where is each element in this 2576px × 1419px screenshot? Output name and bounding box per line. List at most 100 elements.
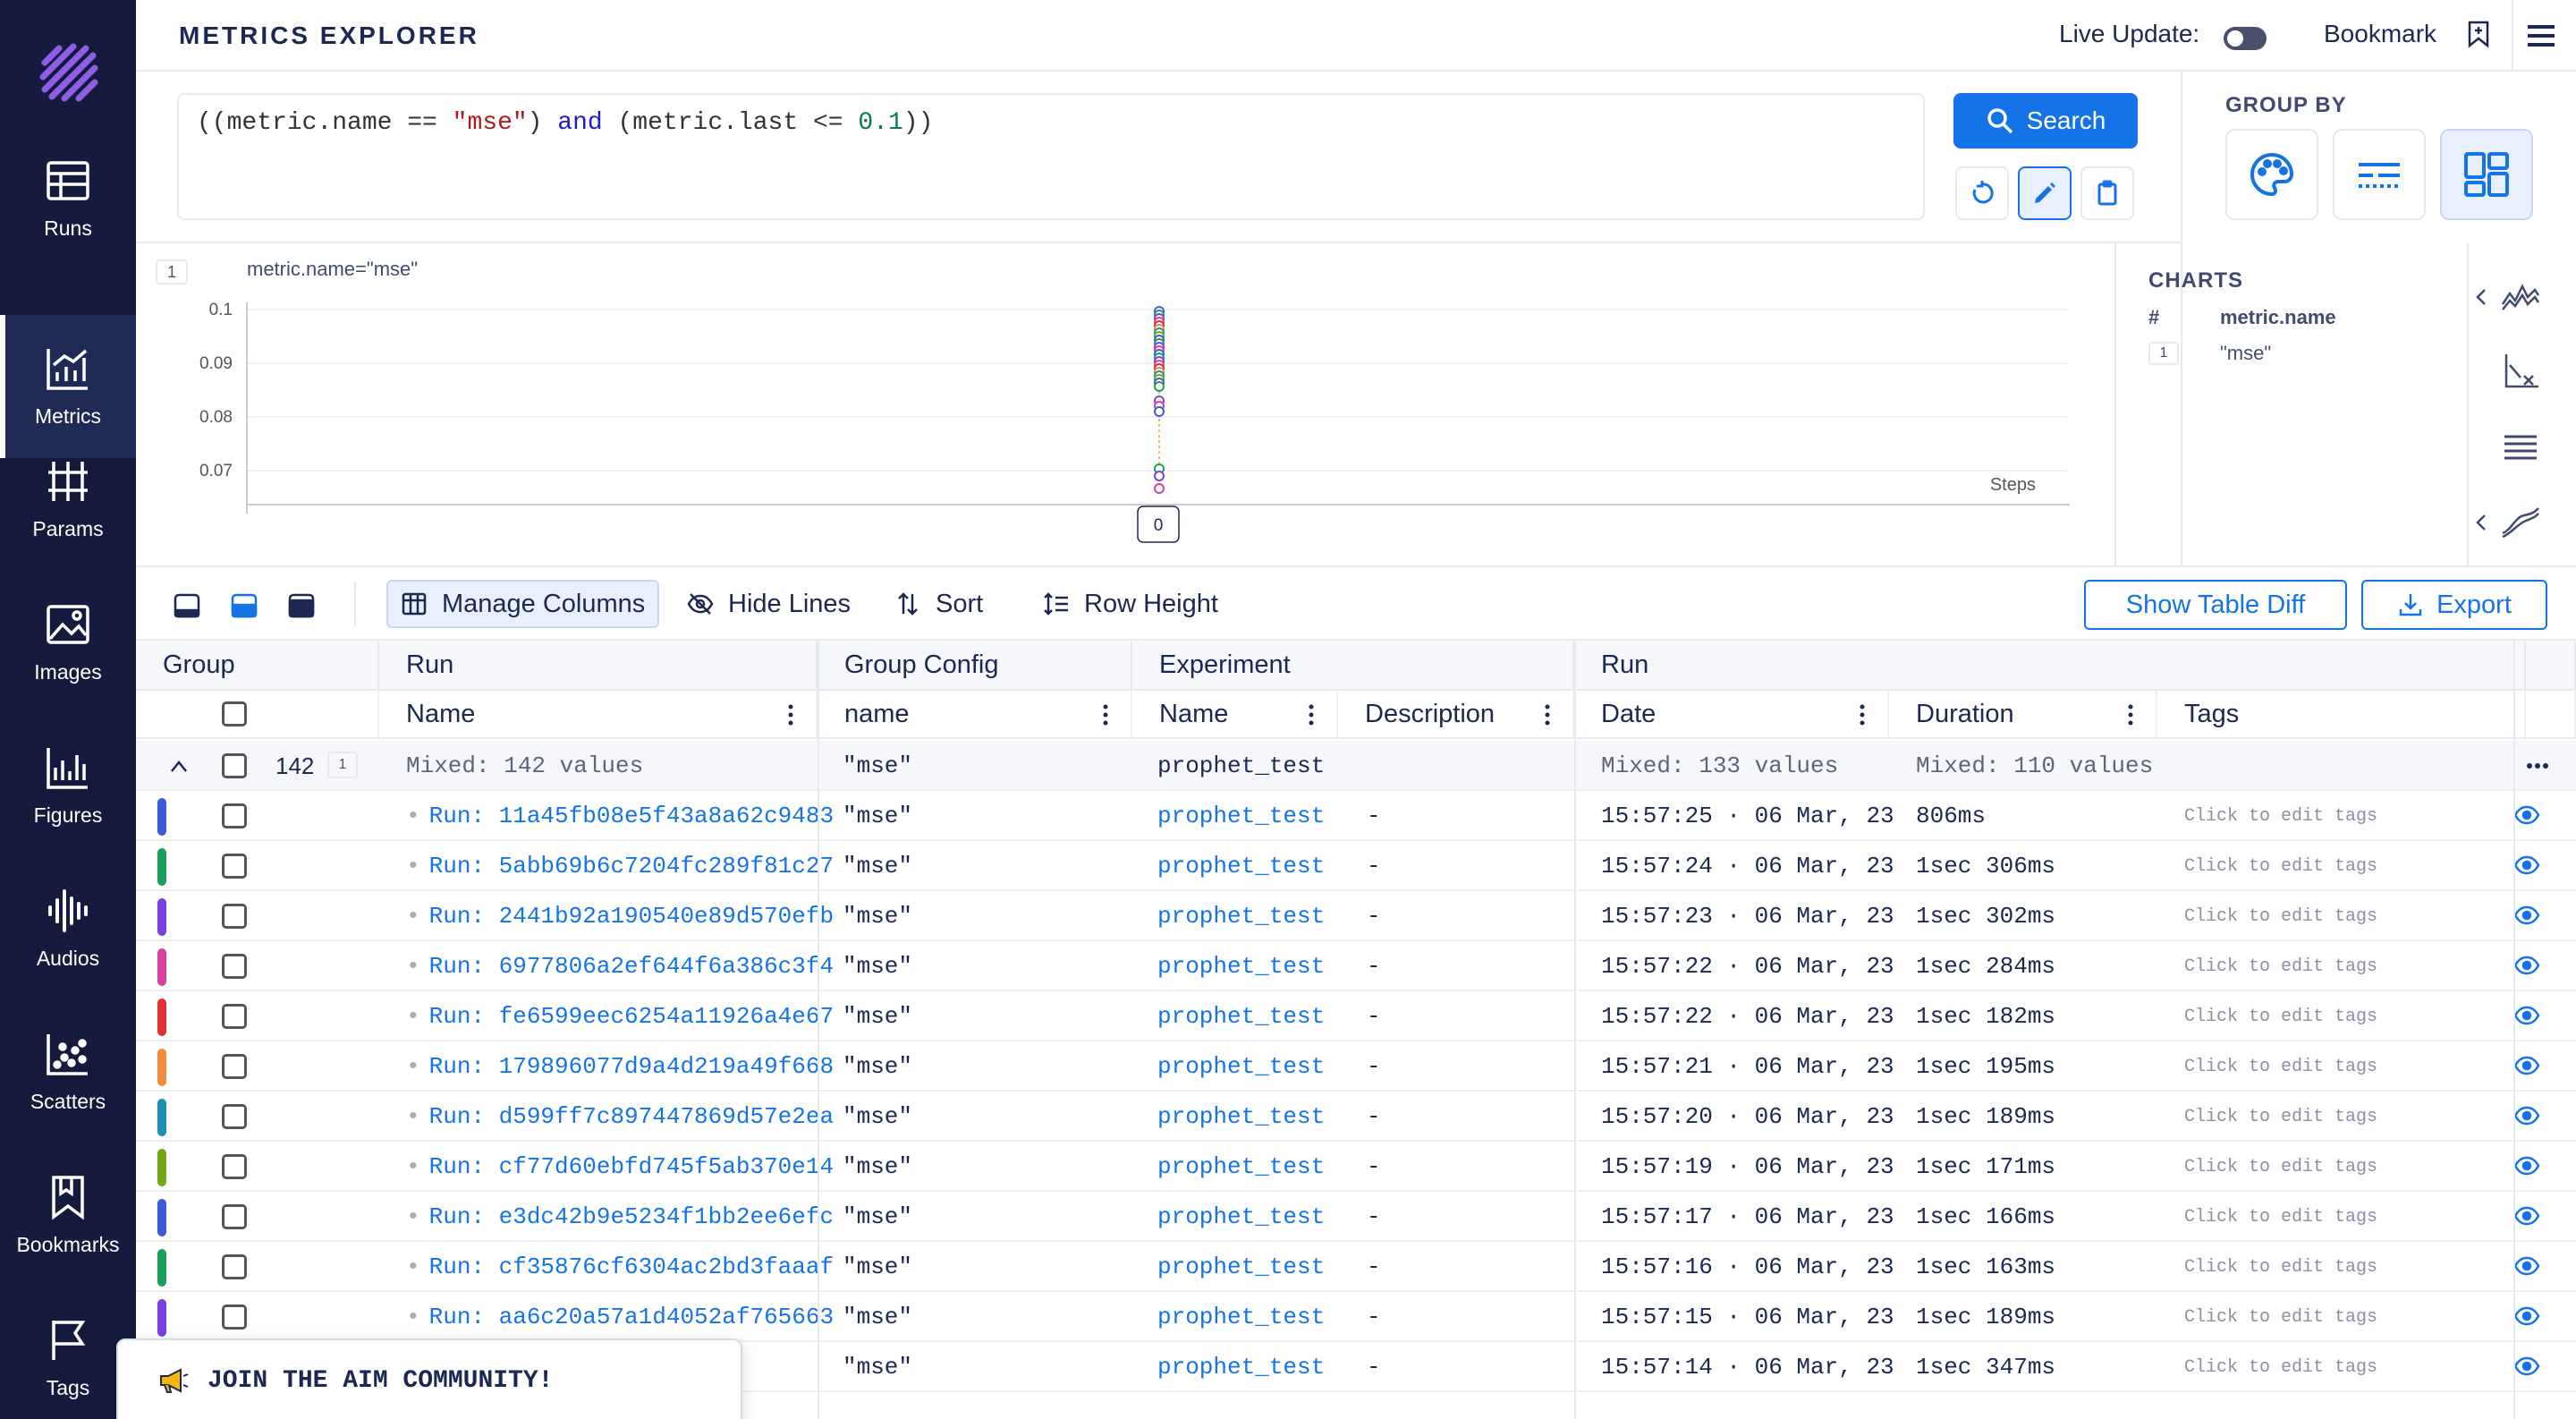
row-height-button[interactable]: Row Height (1030, 580, 1231, 628)
column-header-duration[interactable]: Duration (1889, 691, 2157, 739)
table-row[interactable]: • Run: cf35876cf6304ac2bd3faaaf "mse" proph… (136, 1242, 2576, 1292)
chevron-left-icon[interactable] (2470, 512, 2492, 533)
run-name-link[interactable]: • Run: 6977806a2ef644f6a386c3f4 (406, 941, 834, 991)
row-checkbox[interactable] (222, 854, 247, 879)
chart-point[interactable] (1154, 483, 1165, 494)
table-row[interactable]: • Run: 11a45fb08e5f43a8a62c9483 "mse" proph… (136, 791, 2576, 841)
select-all-checkbox[interactable] (222, 701, 247, 726)
chart-points[interactable] (1154, 306, 1165, 494)
eye-icon[interactable] (2513, 904, 2540, 927)
column-menu-icon[interactable] (787, 703, 794, 726)
sidebar-item-scatters[interactable]: Scatters (0, 1000, 136, 1143)
row-density-low-icon[interactable] (174, 592, 200, 619)
chevron-up-icon[interactable] (168, 757, 190, 775)
table-row[interactable]: • Run: fe6599eec6254a11926a4e67 "mse" proph… (136, 991, 2576, 1041)
edit-tags-cell[interactable]: Click to edit tags (2184, 841, 2377, 891)
run-name-link[interactable]: • Run: cf77d60ebfd745f5ab370e14 (406, 1142, 834, 1192)
row-checkbox[interactable] (222, 1004, 247, 1029)
edit-tags-cell[interactable]: Click to edit tags (2184, 1041, 2377, 1092)
edit-tags-cell[interactable]: Click to edit tags (2184, 1242, 2377, 1292)
run-name-link[interactable]: • Run: e3dc42b9e5234f1bb2ee6efc (406, 1192, 834, 1242)
manage-columns-button[interactable]: Manage Columns (386, 580, 660, 628)
sidebar-item-figures[interactable]: Figures (0, 714, 136, 857)
run-name-link[interactable]: • Run: 11a45fb08e5f43a8a62c9483 (406, 791, 834, 841)
row-checkbox[interactable] (222, 803, 247, 828)
show-table-diff-button[interactable]: Show Table Diff (2084, 580, 2347, 630)
row-checkbox[interactable] (222, 1304, 247, 1330)
live-update-toggle[interactable] (2224, 27, 2267, 50)
eye-icon[interactable] (2513, 1304, 2540, 1328)
experiment-link[interactable]: prophet_test (1157, 991, 1325, 1041)
edit-tags-cell[interactable]: Click to edit tags (2184, 1192, 2377, 1242)
experiment-link[interactable]: prophet_test (1157, 1342, 1325, 1392)
sort-button[interactable]: Sort (882, 580, 996, 628)
copy-query-button[interactable] (2080, 166, 2134, 220)
bookmark-button[interactable]: Bookmark (2324, 20, 2436, 48)
export-button[interactable]: Export (2361, 580, 2547, 630)
row-checkbox[interactable] (222, 1154, 247, 1179)
edit-tags-cell[interactable]: Click to edit tags (2184, 791, 2377, 841)
aim-logo-icon[interactable] (32, 36, 104, 107)
eye-icon[interactable] (2513, 803, 2540, 827)
table-row[interactable]: • Run: e3dc42b9e5234f1bb2ee6efc "mse" proph… (136, 1192, 2576, 1242)
experiment-link[interactable]: prophet_test (1157, 1192, 1325, 1242)
row-checkbox[interactable] (222, 904, 247, 929)
edit-tags-cell[interactable]: Click to edit tags (2184, 1142, 2377, 1192)
bookmark-add-icon[interactable] (2465, 20, 2492, 48)
run-name-link[interactable]: • Run: 179896077d9a4d219a49f668 (406, 1041, 834, 1092)
sidebar-item-images[interactable]: Images (0, 571, 136, 714)
more-horizontal-icon[interactable] (2526, 762, 2549, 769)
row-density-high-icon[interactable] (288, 592, 315, 619)
eye-icon[interactable] (2513, 954, 2540, 977)
edit-tags-cell[interactable]: Click to edit tags (2184, 941, 2377, 991)
aggregation-icon[interactable] (2501, 277, 2540, 317)
column-menu-icon[interactable] (1102, 703, 1109, 726)
eye-icon[interactable] (2513, 1054, 2540, 1077)
experiment-link[interactable]: prophet_test (1157, 1041, 1325, 1092)
group-checkbox[interactable] (222, 753, 247, 778)
column-menu-icon[interactable] (1859, 703, 1866, 726)
table-row[interactable]: • Run: 2441b92a190540e89d570efb "mse" proph… (136, 891, 2576, 941)
experiment-link[interactable]: prophet_test (1157, 891, 1325, 941)
table-row[interactable]: • Run: d599ff7c897447869d57e2ea "mse" proph… (136, 1092, 2576, 1142)
experiment-link[interactable]: prophet_test (1157, 941, 1325, 991)
metric-chart[interactable]: 1 metric.name="mse" 0.1 0.09 0.08 0.07 S… (136, 243, 2114, 565)
column-header-date[interactable]: Date (1574, 691, 1889, 739)
sidebar-item-params[interactable]: Params (0, 428, 136, 571)
rows-list-icon[interactable] (2501, 428, 2540, 467)
chart-point[interactable] (1154, 381, 1165, 392)
column-header-tags[interactable]: Tags (2157, 691, 2526, 739)
edit-tags-cell[interactable]: Click to edit tags (2184, 991, 2377, 1041)
run-name-link[interactable]: • Run: 5abb69b6c7204fc289f81c27 (406, 841, 834, 891)
column-menu-icon[interactable] (1544, 703, 1551, 726)
run-name-link[interactable]: • Run: fe6599eec6254a11926a4e67 (406, 991, 834, 1041)
experiment-link[interactable]: prophet_test (1157, 1292, 1325, 1342)
search-button[interactable]: Search (1953, 93, 2138, 149)
column-header-group-config-name[interactable]: name (818, 691, 1132, 739)
query-editor[interactable]: ((metric.name == "mse") and (metric.last… (177, 93, 1925, 220)
column-menu-icon[interactable] (2127, 703, 2134, 726)
sidebar-item-bookmarks[interactable]: Bookmarks (0, 1143, 136, 1287)
sidebar-item-runs[interactable]: Runs (0, 127, 136, 270)
eye-icon[interactable] (2513, 1004, 2540, 1027)
run-name-link[interactable]: • Run: d599ff7c897447869d57e2ea (406, 1092, 834, 1142)
edit-tags-cell[interactable]: Click to edit tags (2184, 1292, 2377, 1342)
run-name-link[interactable]: • Run: 2441b92a190540e89d570efb (406, 891, 834, 941)
row-density-medium-icon[interactable] (231, 592, 258, 619)
group-row[interactable]: 142 1 Mixed: 142 values "mse" prophet_te… (136, 741, 2576, 791)
group-by-stroke-button[interactable] (2333, 129, 2426, 220)
row-checkbox[interactable] (222, 1254, 247, 1279)
edit-tags-cell[interactable]: Click to edit tags (2184, 1342, 2377, 1392)
eye-icon[interactable] (2513, 1204, 2540, 1228)
experiment-link[interactable]: prophet_test (1157, 791, 1325, 841)
chart-point[interactable] (1154, 406, 1165, 417)
smoothing-icon[interactable] (2501, 503, 2540, 542)
run-name-link[interactable]: • Run: cf35876cf6304ac2bd3faaaf (406, 1242, 834, 1292)
column-header-run-name[interactable]: Name (379, 691, 818, 739)
group-by-color-button[interactable] (2225, 129, 2318, 220)
experiment-link[interactable]: prophet_test (1157, 1092, 1325, 1142)
experiment-link[interactable]: prophet_test (1157, 1142, 1325, 1192)
hamburger-menu-icon[interactable] (2526, 21, 2556, 50)
eye-icon[interactable] (2513, 1254, 2540, 1278)
advanced-mode-button[interactable] (2018, 166, 2072, 220)
